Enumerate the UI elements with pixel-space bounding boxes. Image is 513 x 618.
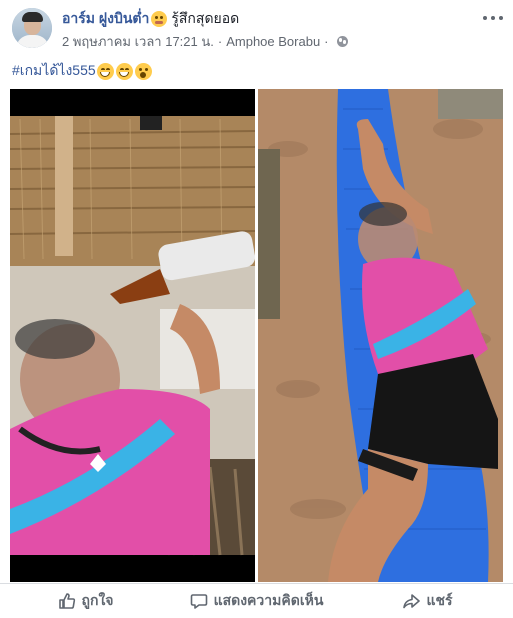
globe-icon[interactable] [336, 35, 348, 47]
feeling-text: รู้สึกสุดยอด [171, 10, 240, 26]
laughing-face-icon [115, 62, 133, 80]
hashtag-link[interactable]: #เกมได้ไง555 [12, 60, 96, 82]
like-label: ถูกใจ [81, 592, 114, 608]
author-name[interactable]: อาร์ม ฝูงบินต่ำ [62, 8, 149, 30]
post-meta: 2 พฤษภาคม เวลา 17:21 น. · Amphoe Borabu … [62, 33, 348, 49]
dot-icon [483, 16, 487, 20]
photo-grid [10, 89, 503, 582]
more-options-button[interactable] [483, 10, 503, 26]
share-label: แชร์ [426, 592, 453, 608]
author-avatar[interactable] [12, 8, 52, 48]
surprised-face-icon [134, 62, 152, 80]
dot-icon [499, 16, 503, 20]
like-button[interactable]: ถูกใจ [0, 584, 171, 618]
meta-separator: · [324, 33, 329, 49]
share-arrow-icon [403, 594, 421, 609]
photo-person-in-blue-hammock [258, 89, 503, 582]
photo-left[interactable] [10, 89, 255, 582]
comment-button[interactable]: แสดงความคิดเห็น [171, 584, 342, 618]
laughing-face-icon [96, 62, 114, 80]
thumbs-up-icon [58, 593, 75, 609]
share-button[interactable]: แชร์ [342, 584, 513, 618]
dot-icon [491, 16, 495, 20]
comment-label: แสดงความคิดเห็น [213, 592, 324, 608]
post-timestamp[interactable]: 2 พฤษภาคม เวลา 17:21 น. [62, 31, 214, 52]
post-header-line: อาร์ม ฝูงบินต่ำ รู้สึกสุดยอด [62, 10, 239, 28]
photo-person-drinking-bottle [10, 89, 255, 582]
photo-right[interactable] [258, 89, 503, 582]
post-actions-bar: ถูกใจ แสดงความคิดเห็น แชร์ [0, 583, 513, 618]
comment-bubble-icon [190, 594, 207, 609]
meta-separator: · [217, 33, 223, 49]
post-text: #เกมได้ไง555 [12, 61, 153, 81]
post-location[interactable]: Amphoe Borabu [226, 34, 320, 49]
facebook-post: อาร์ม ฝูงบินต่ำ รู้สึกสุดยอด 2 พฤษภาคม เ… [0, 0, 513, 618]
cry-face-icon [151, 11, 168, 27]
